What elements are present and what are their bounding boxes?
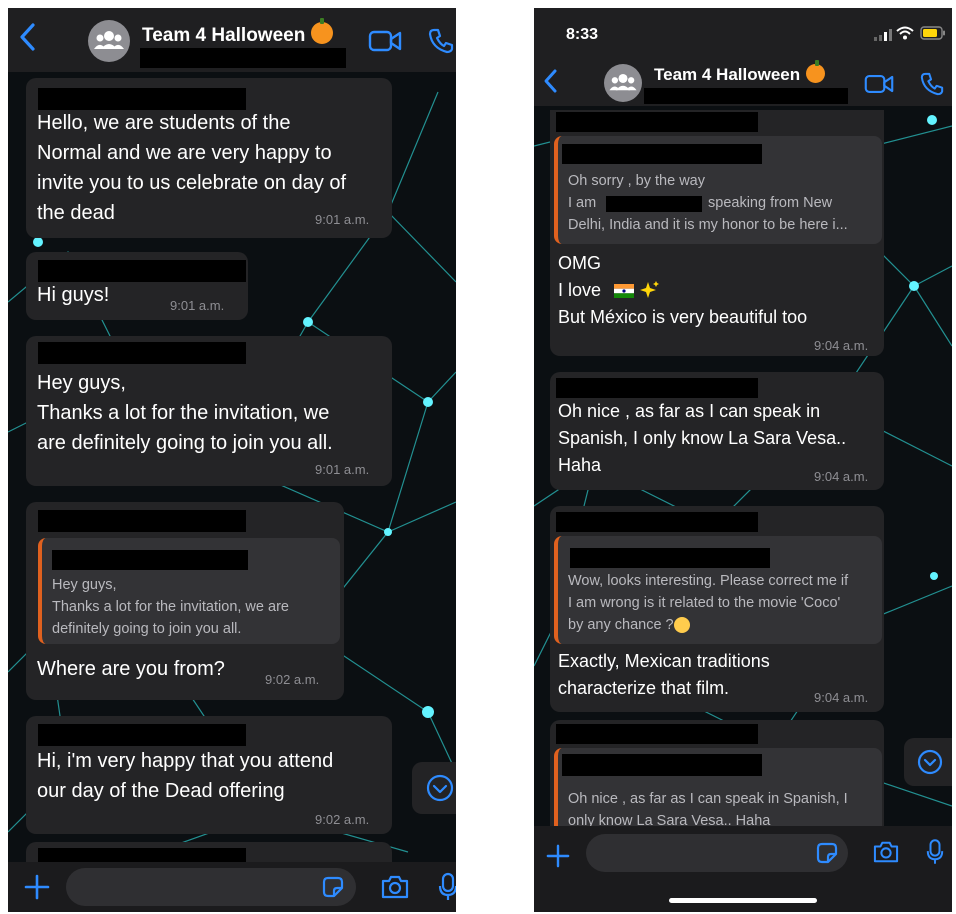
phone-icon[interactable] (428, 28, 454, 59)
home-indicator[interactable] (669, 898, 817, 903)
message-composer (8, 862, 456, 912)
sticker-icon[interactable] (816, 842, 838, 869)
video-camera-icon[interactable] (368, 30, 402, 57)
redacted-quoted-sender (52, 550, 248, 570)
right-chat-screen: 8:33 Team 4 Halloween Oh sorry , by the … (534, 8, 952, 912)
message-time: 9:01 a.m. (315, 212, 370, 227)
pumpkin-emoji-icon (311, 18, 334, 44)
redacted-sender (556, 724, 758, 744)
reply-quote[interactable]: Hey guys, Thanks a lot for the invitatio… (38, 538, 340, 644)
redacted-sender (38, 724, 246, 746)
chat-title[interactable]: Team 4 Halloween (142, 18, 334, 47)
message-text: OMG I love But México is very beautiful … (558, 253, 808, 327)
chat-title[interactable]: Team 4 Halloween (654, 60, 826, 85)
reply-quote[interactable]: Oh sorry , by the way I am speaking from… (554, 136, 882, 244)
scroll-down-button[interactable] (904, 738, 952, 786)
chat-header: Team 4 Halloween (8, 8, 456, 72)
redacted-sender (38, 510, 246, 532)
left-chat-screen: Team 4 Halloween Hello, we are students … (8, 8, 456, 912)
quoted-text: Hey guys, Thanks a lot for the invitatio… (52, 577, 289, 637)
status-time: 8:33 (566, 26, 599, 43)
message-bubble[interactable]: Hey guys, Thanks a lot for the invitatio… (26, 336, 392, 486)
message-bubble[interactable]: Hi guys! 9:01 a.m. (26, 252, 248, 320)
message-time: 9:02 a.m. (265, 672, 320, 687)
message-bubble[interactable]: Wow, looks interesting. Please correct m… (550, 506, 884, 712)
phone-icon[interactable] (920, 72, 944, 101)
quoted-text: Delhi, India and it is my honor to be he… (568, 217, 848, 233)
microphone-icon[interactable] (438, 872, 456, 907)
message-text: Oh nice , as far as I can speak in Spani… (558, 401, 847, 475)
message-bubble[interactable]: Oh nice , as far as I can speak in Spani… (550, 372, 884, 490)
message-input[interactable] (66, 868, 356, 906)
chevron-down-circle-icon (426, 774, 454, 802)
chat-header: 8:33 Team 4 Halloween (534, 8, 952, 106)
camera-icon[interactable] (872, 840, 900, 869)
battery-icon (920, 26, 946, 45)
redacted-participants (644, 88, 848, 104)
message-text: Hi, i'm very happy that you attend our d… (37, 750, 334, 802)
quoted-text: Oh sorry , by the way (568, 173, 705, 189)
redacted-sender (38, 342, 246, 364)
message-time: 9:04 a.m. (814, 469, 869, 484)
redacted-quoted-sender (562, 144, 762, 164)
video-camera-icon[interactable] (864, 74, 894, 99)
grimace-emoji-icon (674, 617, 690, 633)
redacted-quoted-sender (570, 548, 770, 568)
sparkles-icon (640, 280, 660, 300)
message-text: Exactly, Mexican traditions characterize… (558, 651, 770, 698)
message-time: 9:04 a.m. (814, 690, 869, 705)
chevron-left-icon[interactable] (542, 66, 558, 100)
chat-title-text: Team 4 Halloween (654, 65, 801, 84)
redacted-quoted-sender (562, 754, 762, 776)
redacted-sender (556, 378, 758, 398)
group-avatar[interactable] (88, 20, 130, 62)
message-time: 9:04 a.m. (814, 338, 869, 353)
india-flag-icon (614, 284, 634, 298)
sticker-icon[interactable] (322, 876, 344, 903)
redacted-sender (38, 88, 246, 110)
message-composer (534, 826, 952, 912)
quoted-text: Wow, looks interesting. Please correct m… (568, 573, 849, 633)
quoted-text: speaking from New (708, 195, 833, 211)
chat-title-text: Team 4 Halloween (142, 25, 306, 46)
message-time: 9:01 a.m. (170, 298, 225, 313)
redacted-sender (38, 260, 246, 282)
redacted-participants (140, 48, 346, 68)
quoted-text: I am (568, 195, 597, 211)
message-time: 9:02 a.m. (315, 812, 370, 827)
message-bubble[interactable]: Oh nice , as far as I can speak in Spani… (550, 720, 884, 840)
chevron-down-circle-icon (917, 749, 943, 775)
scroll-down-button[interactable] (412, 762, 456, 814)
camera-icon[interactable] (380, 874, 410, 905)
message-text: Hey guys, Thanks a lot for the invitatio… (37, 372, 333, 454)
message-text: Hello, we are students of the Normal and… (37, 112, 347, 224)
message-input[interactable] (586, 834, 848, 872)
plus-icon[interactable] (546, 840, 570, 874)
microphone-icon[interactable] (926, 838, 944, 871)
plus-icon[interactable] (24, 872, 50, 906)
redacted-sender (556, 512, 758, 532)
message-text: Where are you from? (37, 658, 225, 680)
group-avatar[interactable] (604, 64, 642, 102)
wifi-icon (896, 26, 914, 45)
message-text: Hi guys! (37, 284, 110, 306)
pumpkin-emoji-icon (806, 60, 826, 83)
redacted-name (606, 196, 702, 212)
message-time: 9:01 a.m. (315, 462, 370, 477)
message-bubble[interactable]: Hey guys, Thanks a lot for the invitatio… (26, 502, 344, 700)
message-bubble[interactable]: Hello, we are students of the Normal and… (26, 78, 392, 238)
reply-quote[interactable]: Wow, looks interesting. Please correct m… (554, 536, 882, 644)
chevron-left-icon[interactable] (18, 22, 38, 58)
signal-icon (874, 28, 892, 46)
redacted-sender (556, 112, 758, 132)
message-bubble[interactable]: Oh sorry , by the way I am speaking from… (550, 110, 884, 356)
message-bubble[interactable]: Hi, i'm very happy that you attend our d… (26, 716, 392, 834)
